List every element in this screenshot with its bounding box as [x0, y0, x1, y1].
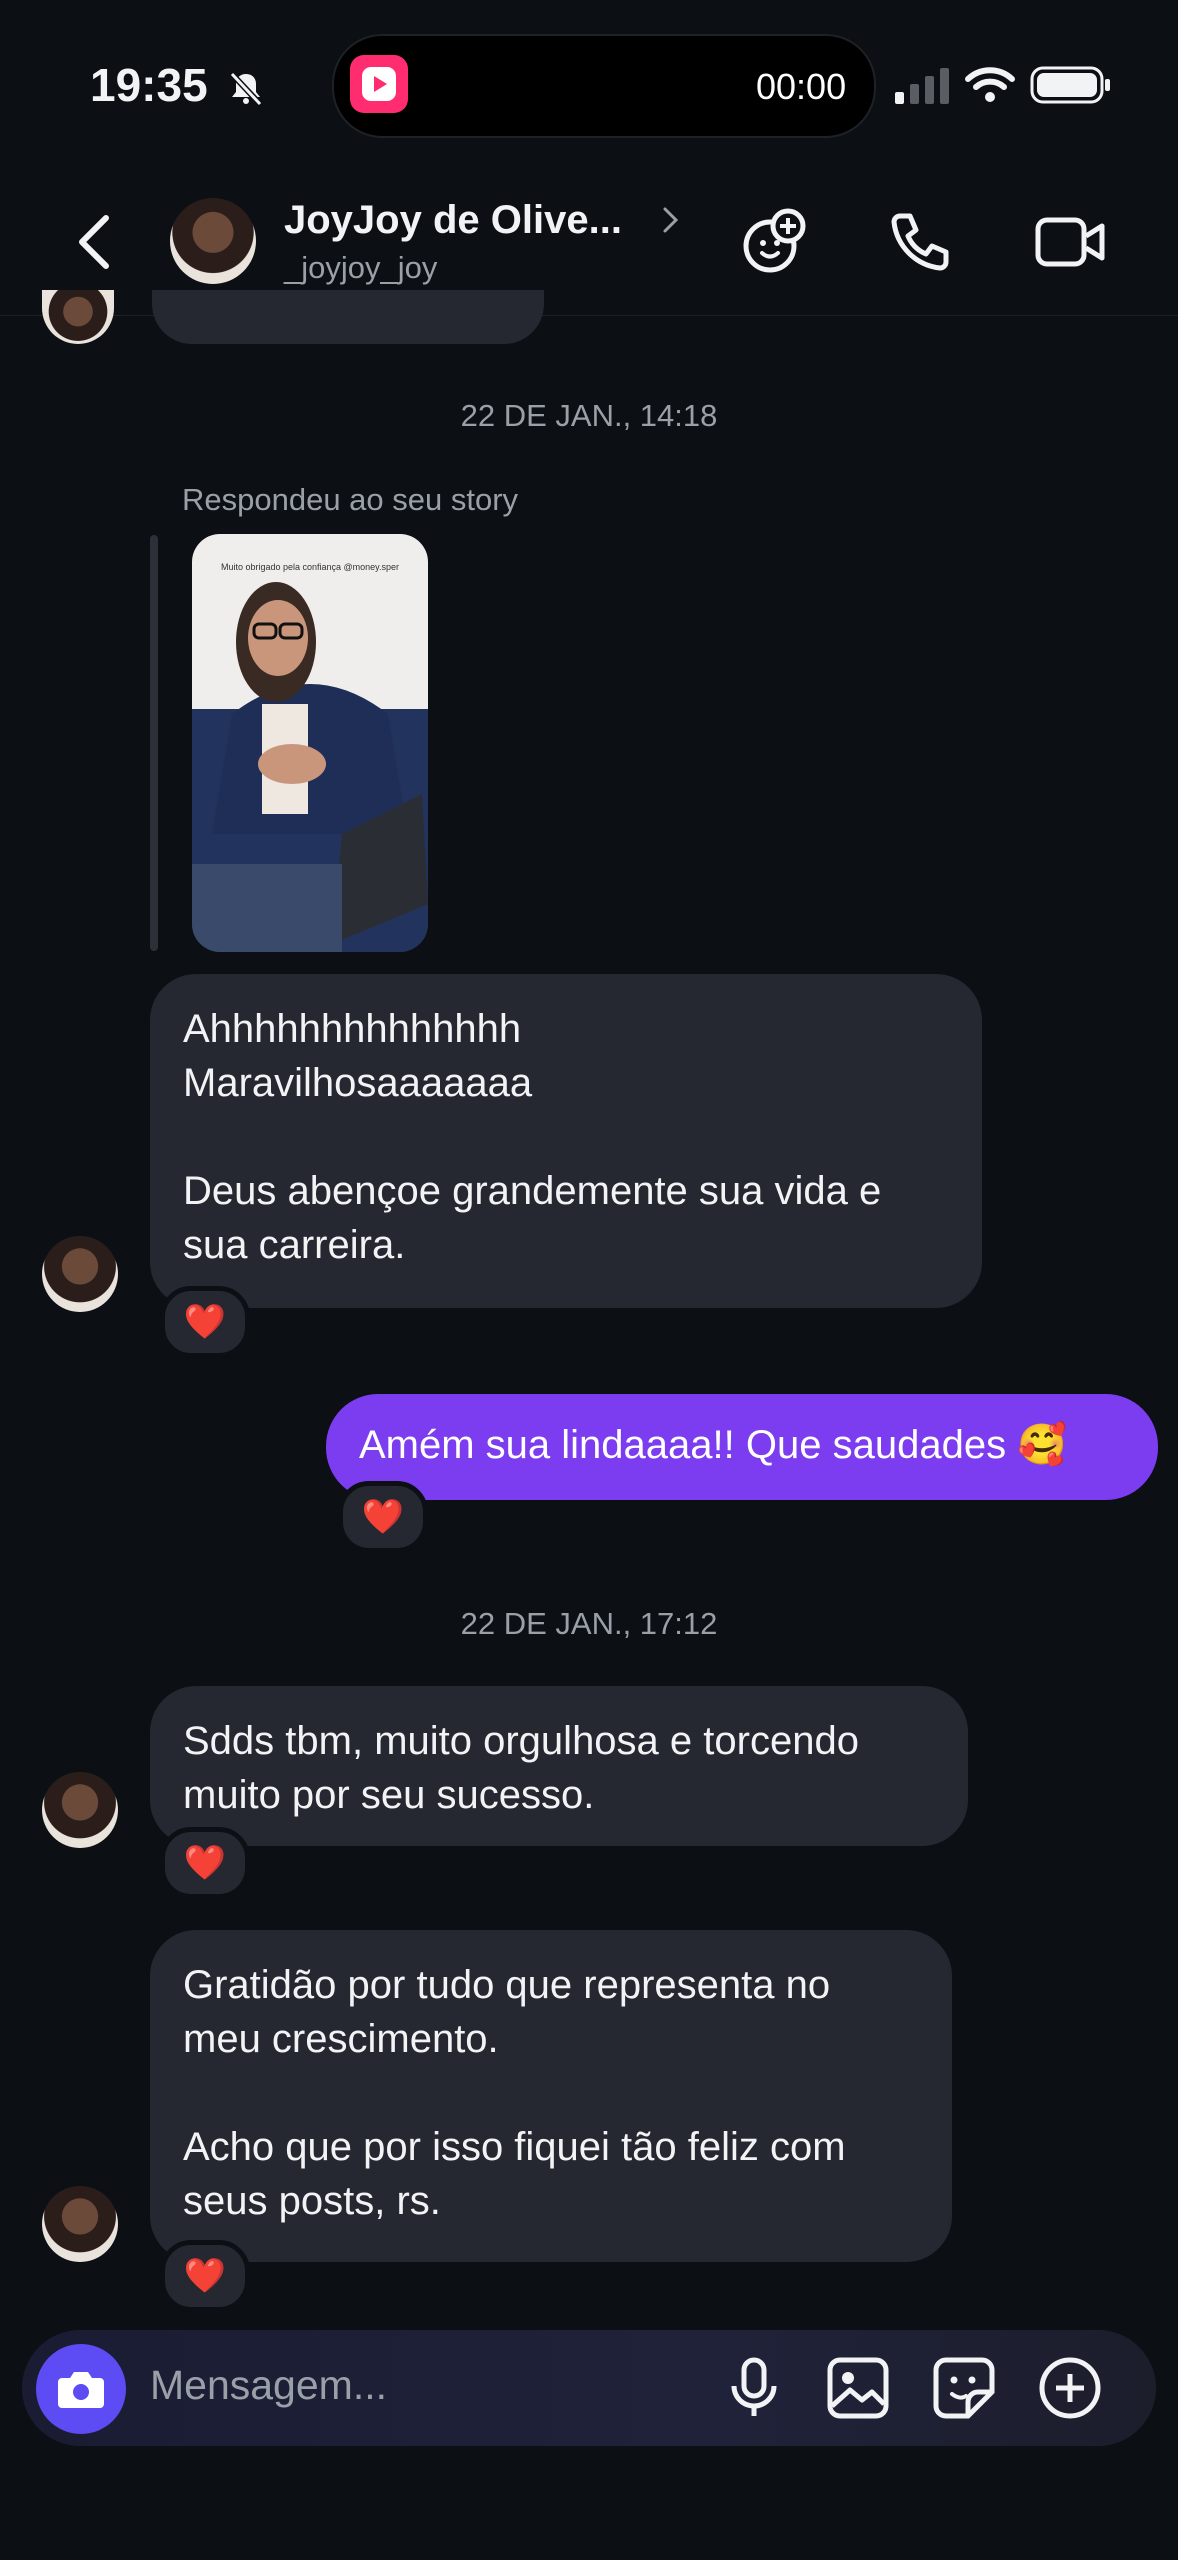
sticker-icon[interactable] [932, 2356, 996, 2420]
camera-button[interactable] [36, 2344, 126, 2434]
outgoing-message[interactable]: Amém sua lindaaaa!! Que saudades 🥰 [326, 1394, 1158, 1500]
plus-icon[interactable] [1038, 2356, 1102, 2420]
recording-app-icon [350, 55, 408, 113]
wifi-icon [965, 66, 1015, 104]
camera-icon [58, 2372, 104, 2408]
recording-timer: 00:00 [756, 66, 847, 107]
contact-handle[interactable]: _joyjoy_joy [284, 250, 437, 286]
signal-icon [895, 66, 951, 104]
date-separator: 22 DE JAN., 14:18 [460, 398, 718, 433]
date-separator: 22 DE JAN., 17:12 [460, 1606, 718, 1641]
heart-reaction[interactable]: ❤️ [160, 1286, 250, 1358]
contact-avatar[interactable] [170, 198, 256, 284]
incoming-message[interactable]: Gratidão por tudo que representa no meu … [150, 1930, 952, 2262]
bell-slash-icon [226, 68, 266, 108]
status-time: 19:35 [90, 59, 208, 111]
sender-avatar[interactable] [42, 1772, 118, 1848]
heart-reaction[interactable]: ❤️ [160, 2240, 250, 2312]
message-input[interactable]: Mensagem... [150, 2362, 387, 2409]
sender-avatar[interactable] [42, 2186, 118, 2262]
phone-icon[interactable] [886, 210, 952, 276]
back-icon[interactable] [70, 210, 120, 274]
battery-icon [1030, 64, 1112, 106]
previous-message-bubble [152, 290, 544, 344]
story-person-image [192, 582, 428, 952]
story-thumbnail[interactable]: Muito obrigado pela confiança @money.spe… [192, 534, 428, 952]
incoming-message[interactable]: Ahhhhhhhhhhhhhh Maravilhosaaaaaaa Deus a… [150, 974, 982, 1308]
incoming-message[interactable]: Sdds tbm, muito orgulhosa e torcendo mui… [150, 1686, 968, 1846]
heart-reaction[interactable]: ❤️ [338, 1481, 428, 1553]
reply-indicator-bar [150, 535, 158, 951]
heart-reaction[interactable]: ❤️ [160, 1827, 250, 1899]
sender-avatar [42, 290, 114, 344]
video-icon[interactable] [1034, 212, 1106, 272]
story-reply-label: Respondeu ao seu story [182, 482, 519, 517]
chevron-right-icon[interactable] [660, 204, 682, 236]
contact-name[interactable]: JoyJoy de Olive... [284, 198, 622, 243]
microphone-icon[interactable] [724, 2356, 784, 2420]
gallery-icon[interactable] [826, 2356, 890, 2420]
add-effect-icon[interactable] [740, 206, 810, 276]
sender-avatar[interactable] [42, 1236, 118, 1312]
